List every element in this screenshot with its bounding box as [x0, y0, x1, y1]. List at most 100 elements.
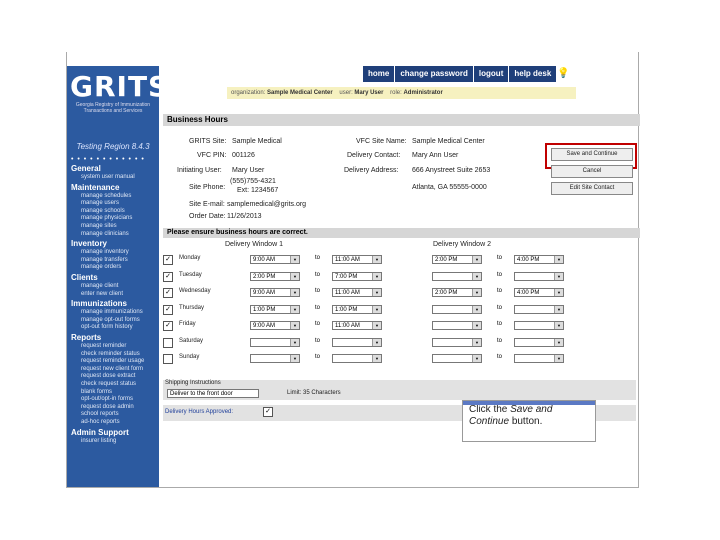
sidebar-item[interactable]: manage transfers — [81, 257, 128, 263]
time-select[interactable]: 9:00 AM ▼ — [250, 255, 300, 264]
time-select[interactable]: 4:00 PM ▼ — [514, 255, 564, 264]
day-checkbox[interactable]: ✓ — [163, 321, 173, 331]
sidebar-item[interactable]: opt-out form history — [81, 324, 133, 330]
sidebar-item[interactable]: manage clinicians — [81, 231, 129, 237]
sidebar-item[interactable]: manage users — [81, 200, 119, 206]
time-select[interactable]: 9:00 AM ▼ — [250, 288, 300, 297]
time-select[interactable]: ▼ — [432, 321, 482, 330]
dropdown-arrow-icon[interactable]: ▼ — [290, 322, 299, 329]
day-checkbox[interactable]: ✓ — [163, 255, 173, 265]
dropdown-arrow-icon[interactable]: ▼ — [472, 289, 481, 296]
time-select[interactable]: ▼ — [332, 337, 382, 347]
dropdown-arrow-icon[interactable]: ▼ — [372, 305, 381, 313]
sidebar-item[interactable]: system user manual — [81, 174, 135, 180]
dropdown-arrow-icon[interactable]: ▼ — [372, 289, 381, 296]
dropdown-arrow-icon[interactable]: ▼ — [554, 322, 563, 329]
nav-help-desk[interactable]: help desk — [508, 66, 557, 82]
dropdown-arrow-icon[interactable]: ▼ — [372, 322, 381, 329]
sidebar-item[interactable]: blank forms — [81, 389, 112, 395]
edit-site-contact-button[interactable]: Edit Site Contact — [551, 182, 633, 195]
sidebar-item[interactable]: school reports — [81, 411, 119, 417]
dropdown-arrow-icon[interactable]: ▼ — [290, 289, 299, 296]
time-select[interactable]: 4:00 PM ▼ — [514, 288, 564, 297]
time-select[interactable]: 1:00 PM ▼ — [332, 304, 382, 314]
dropdown-arrow-icon[interactable]: ▼ — [290, 305, 299, 313]
sidebar-item[interactable]: manage inventory — [81, 249, 129, 255]
nav-change-password[interactable]: change password — [394, 66, 473, 82]
sidebar-item[interactable]: manage schedules — [81, 193, 131, 199]
sidebar-item[interactable]: manage immunizations — [81, 309, 143, 315]
dropdown-arrow-icon[interactable]: ▼ — [290, 256, 299, 263]
dropdown-arrow-icon[interactable]: ▼ — [554, 355, 563, 362]
time-select[interactable]: 2:00 PM ▼ — [250, 271, 300, 281]
sidebar-item[interactable]: request reminder — [81, 343, 126, 349]
dropdown-arrow-icon[interactable]: ▼ — [372, 256, 381, 263]
time-select[interactable]: ▼ — [514, 354, 564, 363]
sidebar-item[interactable]: manage physicians — [81, 215, 132, 221]
time-select[interactable]: ▼ — [514, 321, 564, 330]
dropdown-arrow-icon[interactable]: ▼ — [290, 338, 299, 346]
dropdown-arrow-icon[interactable]: ▼ — [554, 272, 563, 280]
sidebar-item[interactable]: opt-out/opt-in forms — [81, 396, 133, 402]
time-select[interactable]: 11:00 AM ▼ — [332, 321, 382, 330]
dropdown-arrow-icon[interactable]: ▼ — [472, 272, 481, 280]
time-select[interactable]: ▼ — [332, 354, 382, 363]
time-select[interactable]: 9:00 AM ▼ — [250, 321, 300, 330]
dropdown-arrow-icon[interactable]: ▼ — [554, 338, 563, 346]
sidebar-item[interactable]: manage orders — [81, 264, 121, 270]
sidebar-item[interactable]: manage opt-out forms — [81, 317, 140, 323]
delivery-hours-approved-checkbox[interactable]: ✓ — [263, 407, 273, 417]
time-select[interactable]: ▼ — [432, 354, 482, 363]
sidebar-item[interactable]: check request status — [81, 381, 136, 387]
time-select[interactable]: ▼ — [514, 271, 564, 281]
time-select[interactable]: ▼ — [250, 337, 300, 347]
time-select[interactable]: 7:00 PM ▼ — [332, 271, 382, 281]
dropdown-arrow-icon[interactable]: ▼ — [554, 289, 563, 296]
dropdown-arrow-icon[interactable]: ▼ — [472, 322, 481, 329]
dropdown-arrow-icon[interactable]: ▼ — [472, 256, 481, 263]
lightbulb-icon[interactable]: 💡 — [556, 66, 571, 82]
time-select[interactable]: 11:00 AM ▼ — [332, 255, 382, 264]
save-and-continue-button[interactable]: Save and Continue — [551, 148, 633, 161]
sidebar-item[interactable]: request dose admin — [81, 404, 134, 410]
sidebar-item[interactable]: manage schools — [81, 208, 125, 214]
dropdown-arrow-icon[interactable]: ▼ — [372, 355, 381, 362]
dropdown-arrow-icon[interactable]: ▼ — [372, 272, 381, 280]
dropdown-arrow-icon[interactable]: ▼ — [472, 305, 481, 313]
nav-logout[interactable]: logout — [472, 66, 509, 82]
time-select[interactable]: ▼ — [432, 304, 482, 314]
time-select[interactable]: ▼ — [514, 304, 564, 314]
sidebar-item[interactable]: enter new client — [81, 291, 123, 297]
dropdown-arrow-icon[interactable]: ▼ — [372, 338, 381, 346]
cancel-button[interactable]: Cancel — [551, 165, 633, 178]
sidebar-item[interactable]: request reminder usage — [81, 358, 144, 364]
day-checkbox[interactable] — [163, 337, 173, 348]
dropdown-arrow-icon[interactable]: ▼ — [472, 355, 481, 362]
dropdown-arrow-icon[interactable]: ▼ — [290, 355, 299, 362]
time-select[interactable]: ▼ — [432, 337, 482, 347]
time-select[interactable]: 11:00 AM ▼ — [332, 288, 382, 297]
sidebar-item[interactable]: ad-hoc reports — [81, 419, 120, 425]
day-checkbox[interactable] — [163, 354, 173, 364]
day-checkbox[interactable]: ✓ — [163, 271, 173, 282]
sidebar-item[interactable]: request new client form — [81, 366, 143, 372]
dropdown-arrow-icon[interactable]: ▼ — [290, 272, 299, 280]
time-select[interactable]: 2:00 PM ▼ — [432, 288, 482, 297]
shipping-instructions-input[interactable]: Deliver to the front door — [167, 389, 259, 398]
day-checkbox[interactable]: ✓ — [163, 304, 173, 315]
time-select[interactable]: 1:00 PM ▼ — [250, 304, 300, 314]
dropdown-arrow-icon[interactable]: ▼ — [472, 338, 481, 346]
sidebar-item[interactable]: request dose extract — [81, 373, 135, 379]
time-select[interactable]: ▼ — [250, 354, 300, 363]
time-select[interactable]: ▼ — [432, 271, 482, 281]
sidebar-item[interactable]: manage sites — [81, 223, 117, 229]
nav-home[interactable]: home — [362, 66, 395, 82]
sidebar-item[interactable]: insurer listing — [81, 438, 116, 444]
time-select[interactable]: ▼ — [514, 337, 564, 347]
sidebar-item[interactable]: check reminder status — [81, 351, 140, 357]
sidebar-item[interactable]: manage client — [81, 283, 118, 289]
time-select[interactable]: 2:00 PM ▼ — [432, 255, 482, 264]
dropdown-arrow-icon[interactable]: ▼ — [554, 256, 563, 263]
dropdown-arrow-icon[interactable]: ▼ — [554, 305, 563, 313]
day-checkbox[interactable]: ✓ — [163, 288, 173, 298]
